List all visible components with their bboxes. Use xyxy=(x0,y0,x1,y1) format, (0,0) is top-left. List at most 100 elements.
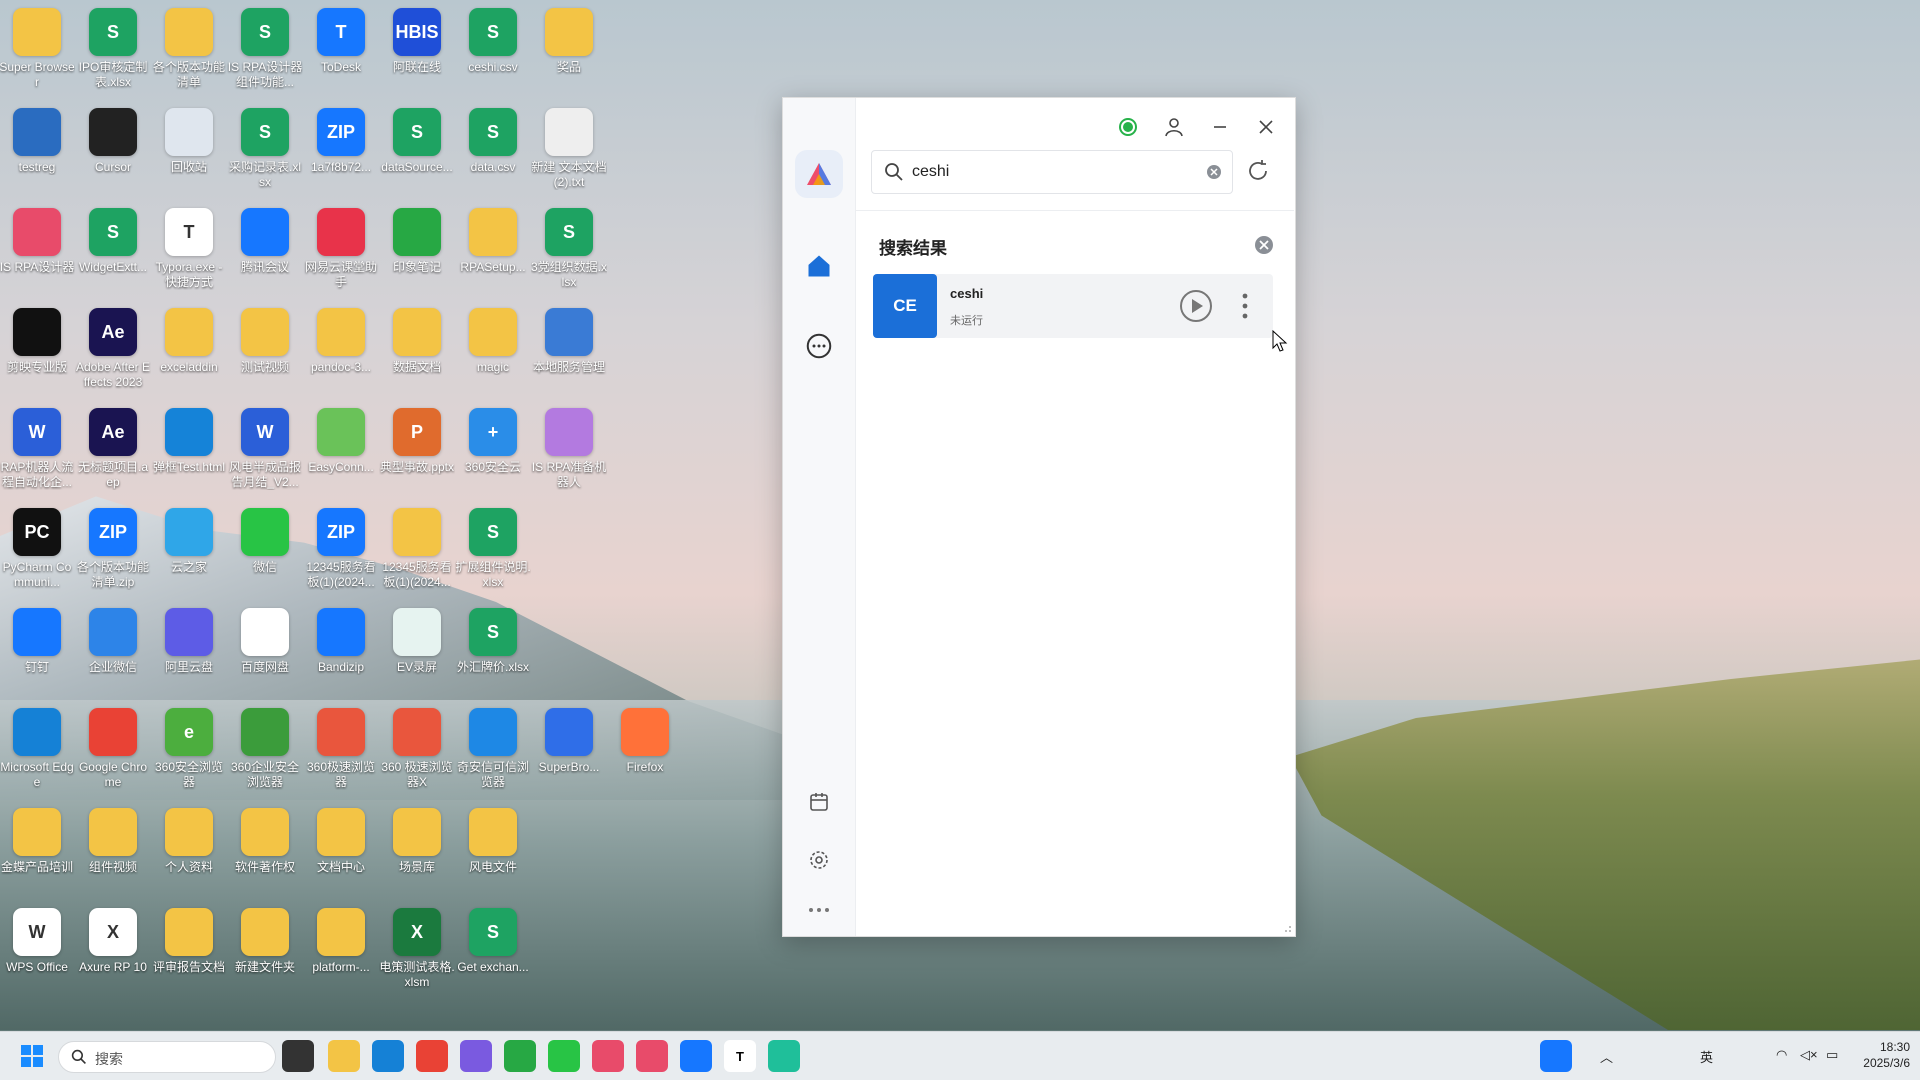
taskbar-search[interactable]: 搜索 xyxy=(58,1041,276,1073)
rpa-designer-taskbar-button[interactable] xyxy=(636,1040,668,1072)
desktop-icon[interactable]: W RAP机器人流程自动化企... xyxy=(0,408,75,490)
wifi-icon[interactable]: ◠ xyxy=(1776,1047,1787,1063)
file-explorer-button[interactable] xyxy=(328,1040,360,1072)
desktop-icon[interactable]: 奖品 xyxy=(531,8,607,75)
desktop-icon[interactable]: 个人资料 xyxy=(151,808,227,875)
desktop-icon[interactable]: 腾讯会议 xyxy=(227,208,303,275)
desktop-icon[interactable]: 钉钉 xyxy=(0,608,75,675)
desktop-icon[interactable]: 网易云课堂助手 xyxy=(303,208,379,290)
desktop-icon[interactable]: Firefox xyxy=(607,708,683,775)
settings-nav-button[interactable] xyxy=(801,842,837,878)
desktop-icon[interactable]: S 外汇牌价.xlsx xyxy=(455,608,531,675)
desktop-icon[interactable]: 回收站 xyxy=(151,108,227,175)
desktop-icon[interactable]: 印象笔记 xyxy=(379,208,455,275)
run-button[interactable] xyxy=(1179,289,1213,323)
chat-nav-button[interactable] xyxy=(801,328,837,364)
desktop-icon[interactable]: testreg xyxy=(0,108,75,175)
app-taskbar-button[interactable] xyxy=(768,1040,800,1072)
desktop-icon[interactable]: magic xyxy=(455,308,531,375)
desktop-icon[interactable]: 360 极速浏览器X xyxy=(379,708,455,790)
app-logo[interactable] xyxy=(795,150,843,198)
desktop-icon[interactable]: SuperBro... xyxy=(531,708,607,775)
desktop-icon[interactable]: 新建文件夹 xyxy=(227,908,303,975)
result-item[interactable]: CE ceshi 未运行 xyxy=(873,274,1273,338)
desktop-icon[interactable]: S 扩展组件说明.xlsx xyxy=(455,508,531,590)
typora-taskbar-button[interactable]: T xyxy=(724,1040,756,1072)
desktop-icon[interactable]: Ae Adobe After Effects 2023 xyxy=(75,308,151,390)
desktop-icon[interactable]: 本地服务管理 xyxy=(531,308,607,375)
schedule-nav-button[interactable] xyxy=(801,784,837,820)
rpa-assistant-taskbar-button[interactable] xyxy=(592,1040,624,1072)
desktop-icon[interactable]: 软件著作权 xyxy=(227,808,303,875)
desktop-icon[interactable]: 评审报告文档 xyxy=(151,908,227,975)
desktop-icon[interactable]: T Typora.exe - 快捷方式 xyxy=(151,208,227,290)
resize-grip-icon[interactable] xyxy=(1282,923,1292,933)
desktop-icon[interactable]: PC PyCharm Communi... xyxy=(0,508,75,590)
desktop-icon[interactable]: RPASetup... xyxy=(455,208,531,275)
desktop-icon[interactable]: 剪映专业版 xyxy=(0,308,75,375)
desktop-icon[interactable]: 测试视频 xyxy=(227,308,303,375)
start-button[interactable] xyxy=(16,1040,48,1072)
desktop-icon[interactable]: 组件视频 xyxy=(75,808,151,875)
desktop-icon[interactable]: Bandizip xyxy=(303,608,379,675)
desktop-icon[interactable]: Super Browser xyxy=(0,8,75,90)
desktop-icon[interactable]: S IPO审核定制表.xlsx xyxy=(75,8,151,90)
dingtalk-taskbar-button[interactable] xyxy=(680,1040,712,1072)
close-results-icon[interactable] xyxy=(1253,234,1275,256)
desktop-icon[interactable]: 百度网盘 xyxy=(227,608,303,675)
desktop-icon[interactable]: 360极速浏览器 xyxy=(303,708,379,790)
more-nav-button[interactable] xyxy=(801,892,837,928)
clear-search-icon[interactable] xyxy=(1206,164,1222,180)
desktop-icon[interactable]: IS RPA设计器 xyxy=(0,208,75,275)
desktop-icon[interactable]: W 风电半成品报告月结_V2... xyxy=(227,408,303,490)
refresh-button[interactable] xyxy=(1241,154,1275,188)
battery-icon[interactable]: ▭ xyxy=(1826,1047,1838,1063)
home-nav-button[interactable] xyxy=(801,248,837,284)
desktop-icon[interactable]: 场景库 xyxy=(379,808,455,875)
clock[interactable]: 18:30 2025/3/6 xyxy=(1863,1039,1910,1071)
desktop-icon[interactable]: Ae 无标题项目.aep xyxy=(75,408,151,490)
search-input[interactable]: ceshi xyxy=(871,150,1233,194)
desktop-icon[interactable]: +360安全云 xyxy=(455,408,531,475)
tray-chevron-icon[interactable]: ︿ xyxy=(1600,1047,1613,1066)
desktop-icon[interactable]: S WidgetExtt... xyxy=(75,208,151,275)
desktop-icon[interactable]: S IS RPA设计器组件功能... xyxy=(227,8,303,90)
desktop-icon[interactable]: pandoc-3... xyxy=(303,308,379,375)
desktop-icon[interactable]: ZIP 1a7f8b72... xyxy=(303,108,379,175)
desktop-icon[interactable]: 12345服务看板(1)(2024... xyxy=(379,508,455,590)
desktop-icon[interactable]: 360企业安全浏览器 xyxy=(227,708,303,790)
minimize-button[interactable] xyxy=(1205,112,1235,142)
desktop-icon[interactable]: exceladdin xyxy=(151,308,227,375)
more-vertical-icon[interactable] xyxy=(1235,288,1255,324)
desktop-icon[interactable]: 金蝶产品培训 xyxy=(0,808,75,875)
desktop-icon[interactable]: SdataSource... xyxy=(379,108,455,175)
desktop-icon[interactable]: EasyConn... xyxy=(303,408,379,475)
search-query[interactable]: ceshi xyxy=(912,163,949,181)
desktop-icon[interactable]: W WPS Office xyxy=(0,908,75,975)
desktop-icon[interactable]: Cursor xyxy=(75,108,151,175)
desktop-icon[interactable]: 企业微信 xyxy=(75,608,151,675)
desktop-icon[interactable]: platform-... xyxy=(303,908,379,975)
desktop-icon[interactable]: T ToDesk xyxy=(303,8,379,75)
chrome-taskbar-button[interactable] xyxy=(416,1040,448,1072)
task-view-button[interactable] xyxy=(282,1040,314,1072)
desktop-icon[interactable]: P 典型事故.pptx xyxy=(379,408,455,475)
desktop-icon[interactable]: 新建 文本文档 (2).txt xyxy=(531,108,607,190)
close-button[interactable] xyxy=(1251,112,1281,142)
desktop-icon[interactable]: Sceshi.csv xyxy=(455,8,531,75)
desktop-icon[interactable]: 数据文档 xyxy=(379,308,455,375)
wechat-taskbar-button[interactable] xyxy=(548,1040,580,1072)
desktop-icon[interactable]: Sdata.csv xyxy=(455,108,531,175)
desktop-icon[interactable]: 奇安信可信浏览器 xyxy=(455,708,531,790)
rpa-taskbar-button[interactable] xyxy=(460,1040,492,1072)
desktop-icon[interactable]: ZIP 12345服务看板(1)(2024... xyxy=(303,508,379,590)
volume-icon[interactable]: ◁× xyxy=(1800,1047,1818,1063)
desktop-icon[interactable]: Microsoft Edge xyxy=(0,708,75,790)
desktop-icon[interactable]: X Axure RP 10 xyxy=(75,908,151,975)
desktop-icon[interactable]: 弹框Test.html xyxy=(151,408,227,475)
widget-button[interactable] xyxy=(1540,1040,1572,1072)
desktop-icon[interactable]: S 采购记录表.xlsx xyxy=(227,108,303,190)
desktop-icon[interactable]: S 3党组织数据.xlsx xyxy=(531,208,607,290)
desktop-icon[interactable]: Google Chrome xyxy=(75,708,151,790)
desktop-icon[interactable]: ZIP 各个版本功能清单.zip xyxy=(75,508,151,590)
